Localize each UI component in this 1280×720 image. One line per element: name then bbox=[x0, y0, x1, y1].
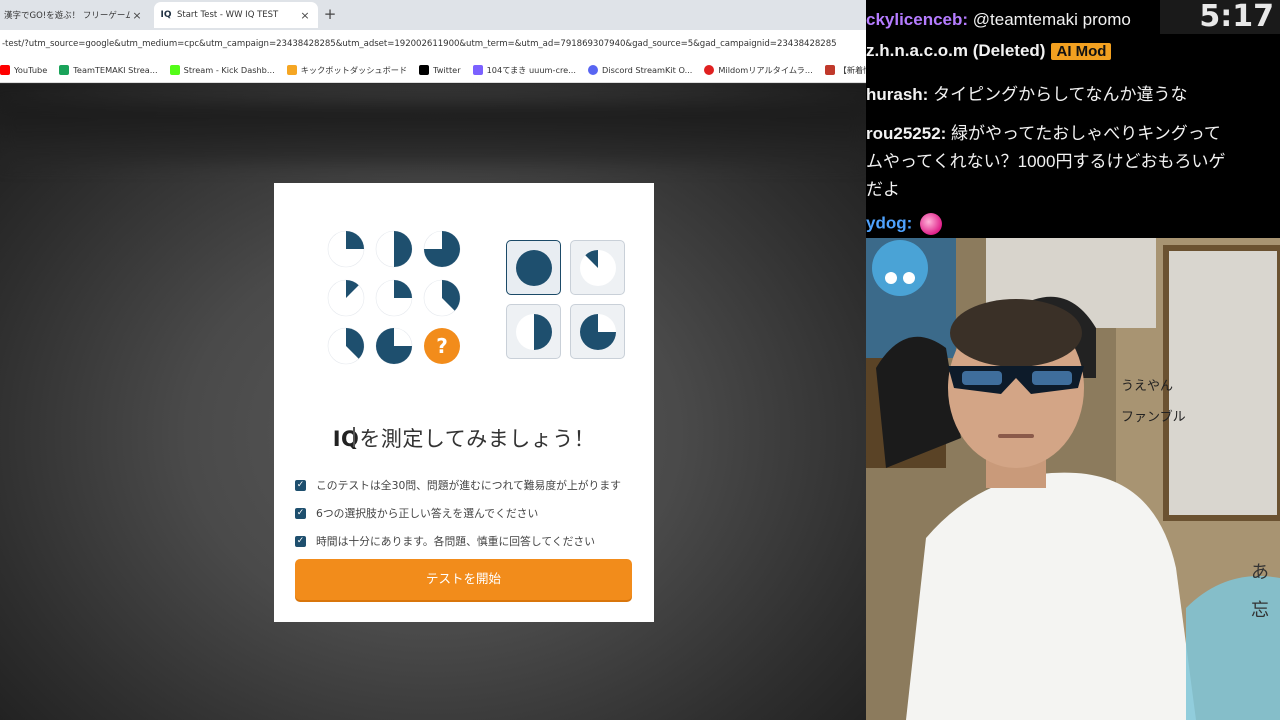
text-cursor-icon bbox=[353, 427, 355, 447]
wall-text: あ bbox=[1251, 562, 1269, 583]
close-tab-icon[interactable]: × bbox=[298, 9, 312, 22]
close-tab-icon[interactable]: × bbox=[130, 9, 144, 22]
question-mark: ? bbox=[436, 334, 448, 358]
bookmark-label: 104てまき uuum-cre... bbox=[486, 65, 577, 75]
bookmark-label: 【新着情報】外食チェ... bbox=[838, 65, 866, 75]
chat-username: z.h.n.a.c.o.m (Deleted) bbox=[866, 41, 1046, 60]
bookmark-label: Mildomリアルタイムラ... bbox=[718, 65, 813, 75]
bookmark-kick[interactable]: Stream - Kick Dashb... bbox=[169, 65, 275, 75]
heading-text: を測定してみましょう！ bbox=[359, 427, 596, 451]
webcam-scene: うえやん ファンブル あ 忘 bbox=[866, 238, 1280, 720]
bookmark-label: YouTube bbox=[14, 65, 48, 75]
tab-iq-test[interactable]: IQ Start Test - WW IQ TEST × bbox=[154, 2, 318, 28]
chat-message: ckylicenceb: @teamtemaki promo bbox=[866, 10, 1131, 30]
chat-message: ydog: bbox=[866, 213, 943, 235]
heading-iq: IQ bbox=[332, 427, 360, 451]
instruction-text: 6つの選択肢から正しい答えを選んでください bbox=[316, 507, 539, 520]
wall-text: ファンブル bbox=[1121, 409, 1186, 425]
chat-username: ydog: bbox=[866, 213, 913, 233]
chat-username: hurash: bbox=[866, 85, 929, 104]
iq-test-start-card: ? IQを測定してみましょう！ ✓ このテストは全30問、問題が進むにつれて難易… bbox=[274, 183, 654, 622]
new-tab-button[interactable]: + bbox=[322, 5, 338, 23]
bookmark-label: Discord StreamKit O... bbox=[602, 65, 693, 75]
bookmark-twitter[interactable]: Twitter bbox=[419, 65, 461, 75]
answer-option bbox=[506, 304, 561, 359]
stream-clock: 5:17 bbox=[1160, 0, 1280, 34]
puzzle-shape bbox=[394, 280, 412, 298]
uuum-icon bbox=[472, 65, 483, 75]
answer-option bbox=[570, 304, 625, 359]
start-test-button[interactable]: テストを開始 bbox=[295, 559, 632, 600]
tab-strip: 漢字でGO!を遊ぶ！ フリーゲーム × IQ Start Test - WW I… bbox=[0, 0, 866, 30]
instruction-item: ✓ 時間は十分にあります。各問題、慎重に回答してください bbox=[295, 527, 640, 555]
bookmark-label: TeamTEMAKI Strea... bbox=[73, 65, 158, 75]
chat-message-continued: ムやってくれない？1000円するけどおもろいゲ bbox=[866, 147, 1225, 172]
tab-title: 漢字でGO!を遊ぶ！ フリーゲーム bbox=[4, 11, 130, 21]
answer-option bbox=[506, 240, 561, 295]
teamtemaki-icon bbox=[59, 65, 70, 75]
puzzle-shape bbox=[346, 231, 364, 249]
discord-icon bbox=[588, 65, 599, 75]
address-bar[interactable]: -test/?utm_source=google&utm_medium=cpc&… bbox=[0, 30, 866, 58]
iq-favicon-icon: IQ bbox=[160, 10, 172, 20]
chat-text: だよ bbox=[866, 180, 900, 199]
ai-mod-badge: AI Mod bbox=[1051, 43, 1112, 60]
chat-text: ムやってくれない？1000円するけどおもろいゲ bbox=[866, 152, 1226, 171]
bookmark-news[interactable]: 【新着情報】外食チェ... bbox=[824, 64, 866, 76]
bookmark-mildom[interactable]: Mildomリアルタイムラ... bbox=[704, 64, 813, 76]
browser-window: 漢字でGO!を遊ぶ！ フリーゲーム × IQ Start Test - WW I… bbox=[0, 0, 866, 720]
chat-text: @teamtemaki promo bbox=[968, 10, 1131, 29]
mildom-icon bbox=[704, 65, 715, 75]
chat-username: ckylicenceb: bbox=[866, 10, 969, 29]
wall-text: 忘 bbox=[1251, 600, 1269, 621]
bookmark-label: キックボットダッシュボード bbox=[300, 65, 408, 75]
tab-kanji-game[interactable]: 漢字でGO!を遊ぶ！ フリーゲーム × bbox=[0, 2, 150, 28]
bookmark-label: Twitter bbox=[433, 65, 461, 75]
kick-icon bbox=[169, 65, 180, 75]
matrix-puzzle-illustration: ? bbox=[327, 230, 461, 365]
chat-message-continued: だよ bbox=[866, 175, 900, 200]
youtube-icon bbox=[0, 65, 10, 75]
bookmark-youtube[interactable]: YouTube bbox=[0, 65, 47, 75]
bookmark-uuum[interactable]: 104てまき uuum-cre... bbox=[472, 64, 577, 76]
bookmark-kickbot[interactable]: キックボットダッシュボード bbox=[286, 64, 408, 76]
tab-title: Start Test - WW IQ TEST bbox=[177, 10, 279, 20]
heart-emote-icon bbox=[920, 213, 943, 235]
news-icon bbox=[824, 65, 835, 75]
kickbot-icon bbox=[286, 65, 297, 75]
answer-options-illustration bbox=[506, 240, 628, 362]
wall-text: うえやん bbox=[1121, 379, 1173, 394]
x-twitter-icon bbox=[419, 65, 430, 75]
page-title: IQを測定してみましょう！ bbox=[274, 423, 654, 453]
checkbox-checked-icon: ✓ bbox=[295, 535, 306, 547]
chat-text: 緑がやってたおしゃべりキングって bbox=[946, 124, 1221, 143]
chat-message: rou25252: 緑がやってたおしゃべりキングって bbox=[866, 119, 1221, 144]
checkbox-checked-icon: ✓ bbox=[295, 507, 306, 519]
stream-chat-overlay: ckylicenceb: @teamtemaki promo 5:17 z.h.… bbox=[866, 0, 1280, 238]
bookmark-teamtemaki[interactable]: TeamTEMAKI Strea... bbox=[59, 65, 158, 75]
webcam-feed: うえやん ファンブル あ 忘 bbox=[866, 238, 1280, 720]
bookmark-label: Stream - Kick Dashb... bbox=[183, 65, 275, 75]
instruction-text: このテストは全30問、問題が進むにつれて難易度が上がります bbox=[316, 479, 621, 492]
instruction-text: 時間は十分にあります。各問題、慎重に回答してください bbox=[316, 535, 595, 548]
chat-text: タイピングからしてなんか違うな bbox=[928, 85, 1188, 104]
url-text[interactable]: -test/?utm_source=google&utm_medium=cpc&… bbox=[0, 39, 866, 49]
chat-username: rou25252: bbox=[866, 124, 947, 143]
instructions-list: ✓ このテストは全30問、問題が進むにつれて難易度が上がります ✓ 6つの選択肢… bbox=[295, 471, 640, 555]
instruction-item: ✓ このテストは全30問、問題が進むにつれて難易度が上がります bbox=[295, 471, 640, 499]
bookmark-discord-streamkit[interactable]: Discord StreamKit O... bbox=[588, 65, 692, 75]
instruction-item: ✓ 6つの選択肢から正しい答えを選んでください bbox=[295, 499, 640, 527]
checkbox-checked-icon: ✓ bbox=[295, 479, 306, 491]
chat-message: hurash: タイピングからしてなんか違うな bbox=[866, 80, 1188, 105]
bookmarks-bar: YouTube TeamTEMAKI Strea... Stream - Kic… bbox=[0, 58, 866, 83]
answer-option bbox=[570, 240, 625, 295]
puzzle-shape bbox=[394, 231, 412, 267]
chat-message: z.h.n.a.c.o.m (Deleted) AI Mod bbox=[866, 41, 1112, 61]
screen: 漢字でGO!を遊ぶ！ フリーゲーム × IQ Start Test - WW I… bbox=[0, 0, 1280, 720]
